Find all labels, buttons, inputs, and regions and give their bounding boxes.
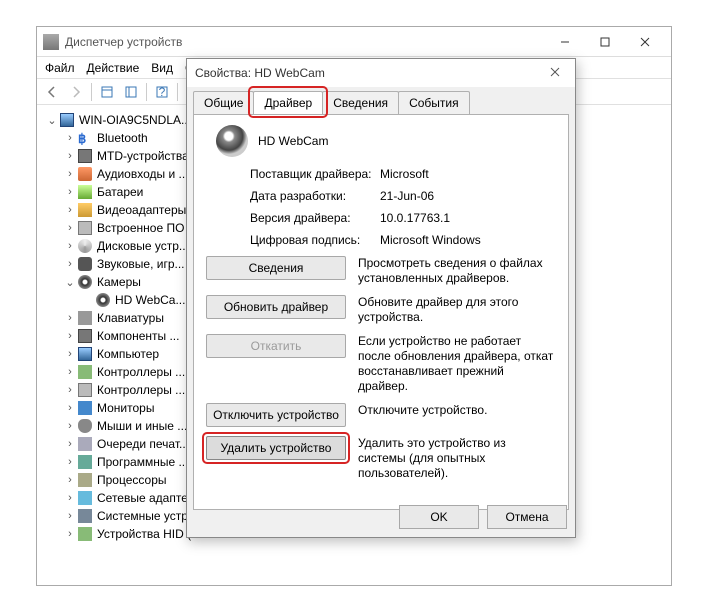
action-description: Удалить это устройство из системы (для о… bbox=[358, 436, 556, 481]
tab-Сведения[interactable]: Сведения bbox=[322, 91, 399, 114]
tree-label: Батареи bbox=[97, 185, 143, 199]
toolbar-view1-button[interactable] bbox=[96, 81, 118, 103]
dialog-close-button[interactable] bbox=[543, 66, 567, 80]
driver-action-button[interactable]: Удалить устройство bbox=[206, 436, 346, 460]
tree-label: Дисковые устр... bbox=[97, 239, 189, 253]
tree-label: Мониторы bbox=[97, 401, 154, 415]
dialog-titlebar: Свойства: HD WebCam bbox=[187, 59, 575, 87]
prn-icon bbox=[77, 436, 93, 452]
app-icon bbox=[43, 34, 59, 50]
usb-icon bbox=[77, 364, 93, 380]
info-label: Версия драйвера: bbox=[250, 211, 380, 225]
tab-strip: ОбщиеДрайверСведенияСобытия bbox=[187, 87, 575, 114]
vid-icon bbox=[77, 202, 93, 218]
info-value: Microsoft bbox=[380, 167, 556, 181]
driver-action-button: Откатить bbox=[206, 334, 346, 358]
hdd-icon bbox=[77, 382, 93, 398]
hdd-icon bbox=[77, 220, 93, 236]
chip-icon bbox=[77, 328, 93, 344]
mon-icon bbox=[77, 400, 93, 416]
info-value: 21-Jun-06 bbox=[380, 189, 556, 203]
tree-label: Контроллеры ... bbox=[97, 365, 185, 379]
info-label: Поставщик драйвера: bbox=[250, 167, 380, 181]
tab-Драйвер[interactable]: Драйвер bbox=[253, 91, 323, 114]
bat-icon bbox=[77, 184, 93, 200]
tree-label: Очереди печат... bbox=[97, 437, 189, 451]
driver-action-button[interactable]: Обновить драйвер bbox=[206, 295, 346, 319]
tab-Общие[interactable]: Общие bbox=[193, 91, 254, 114]
tree-label: Аудиовходы и ... bbox=[97, 167, 189, 181]
info-label: Цифровая подпись: bbox=[250, 233, 380, 247]
sys-icon bbox=[77, 508, 93, 524]
properties-dialog: Свойства: HD WebCam ОбщиеДрайверСведения… bbox=[186, 58, 576, 538]
tab-События[interactable]: События bbox=[398, 91, 470, 114]
info-label: Дата разработки: bbox=[250, 189, 380, 203]
tree-label: Процессоры bbox=[97, 473, 167, 487]
bt-icon: ฿ bbox=[77, 130, 93, 146]
tree-label: Звуковые, игр... bbox=[97, 257, 185, 271]
mouse-icon bbox=[77, 418, 93, 434]
pc-icon bbox=[59, 112, 75, 128]
tree-label: WIN-OIA9C5NDLA... bbox=[79, 113, 191, 127]
info-value: Microsoft Windows bbox=[380, 233, 556, 247]
tree-label: MTD-устройства bbox=[97, 149, 189, 163]
tree-label: Компьютер bbox=[97, 347, 159, 361]
pc-icon bbox=[77, 346, 93, 362]
tree-label: Компоненты ... bbox=[97, 329, 179, 343]
toolbar-view2-button[interactable] bbox=[120, 81, 142, 103]
joy-icon bbox=[77, 256, 93, 272]
tree-label: HD WebCa... bbox=[115, 293, 185, 307]
tree-label: Клавиатуры bbox=[97, 311, 164, 325]
svg-text:?: ? bbox=[159, 85, 166, 99]
net-icon bbox=[77, 490, 93, 506]
close-button[interactable] bbox=[625, 30, 665, 54]
tree-label: Встроенное ПО bbox=[97, 221, 184, 235]
webcam-icon bbox=[216, 125, 248, 157]
chip-icon bbox=[77, 148, 93, 164]
menu-item[interactable]: Файл bbox=[45, 61, 75, 75]
toolbar-help-button[interactable]: ? bbox=[151, 81, 173, 103]
usb-icon bbox=[77, 526, 93, 542]
tree-label: Программные ... bbox=[97, 455, 188, 469]
cam-icon bbox=[77, 274, 93, 290]
cam-icon bbox=[95, 292, 111, 308]
driver-action-button[interactable]: Сведения bbox=[206, 256, 346, 280]
menu-item[interactable]: Вид bbox=[151, 61, 173, 75]
tree-label: Камеры bbox=[97, 275, 141, 289]
back-button[interactable] bbox=[41, 81, 63, 103]
action-description: Обновите драйвер для этого устройства. bbox=[358, 295, 556, 325]
driver-tab-page: HD WebCam Поставщик драйвера:MicrosoftДа… bbox=[193, 114, 569, 510]
driver-action-button[interactable]: Отключить устройство bbox=[206, 403, 346, 427]
action-description: Если устройство не работает после обновл… bbox=[358, 334, 556, 394]
ok-button[interactable]: OK bbox=[399, 505, 479, 529]
minimize-button[interactable] bbox=[545, 30, 585, 54]
cpu-icon bbox=[77, 472, 93, 488]
forward-button[interactable] bbox=[65, 81, 87, 103]
sw-icon bbox=[77, 454, 93, 470]
disk-icon bbox=[77, 238, 93, 254]
tree-label: Мыши и иные ... bbox=[97, 419, 187, 433]
kb-icon bbox=[77, 310, 93, 326]
action-description: Просмотреть сведения о файлах установлен… bbox=[358, 256, 556, 286]
tree-label: Контроллеры ... bbox=[97, 383, 185, 397]
tree-label: Bluetooth bbox=[97, 131, 148, 145]
dialog-title: Свойства: HD WebCam bbox=[195, 66, 543, 80]
maximize-button[interactable] bbox=[585, 30, 625, 54]
audio-icon bbox=[77, 166, 93, 182]
info-value: 10.0.17763.1 bbox=[380, 211, 556, 225]
action-description: Отключите устройство. bbox=[358, 403, 556, 418]
main-window-title: Диспетчер устройств bbox=[65, 35, 545, 49]
menu-item[interactable]: Действие bbox=[87, 61, 140, 75]
cancel-button[interactable]: Отмена bbox=[487, 505, 567, 529]
main-titlebar: Диспетчер устройств bbox=[37, 27, 671, 57]
device-name: HD WebCam bbox=[258, 134, 328, 148]
tree-label: Видеоадаптеры bbox=[97, 203, 186, 217]
